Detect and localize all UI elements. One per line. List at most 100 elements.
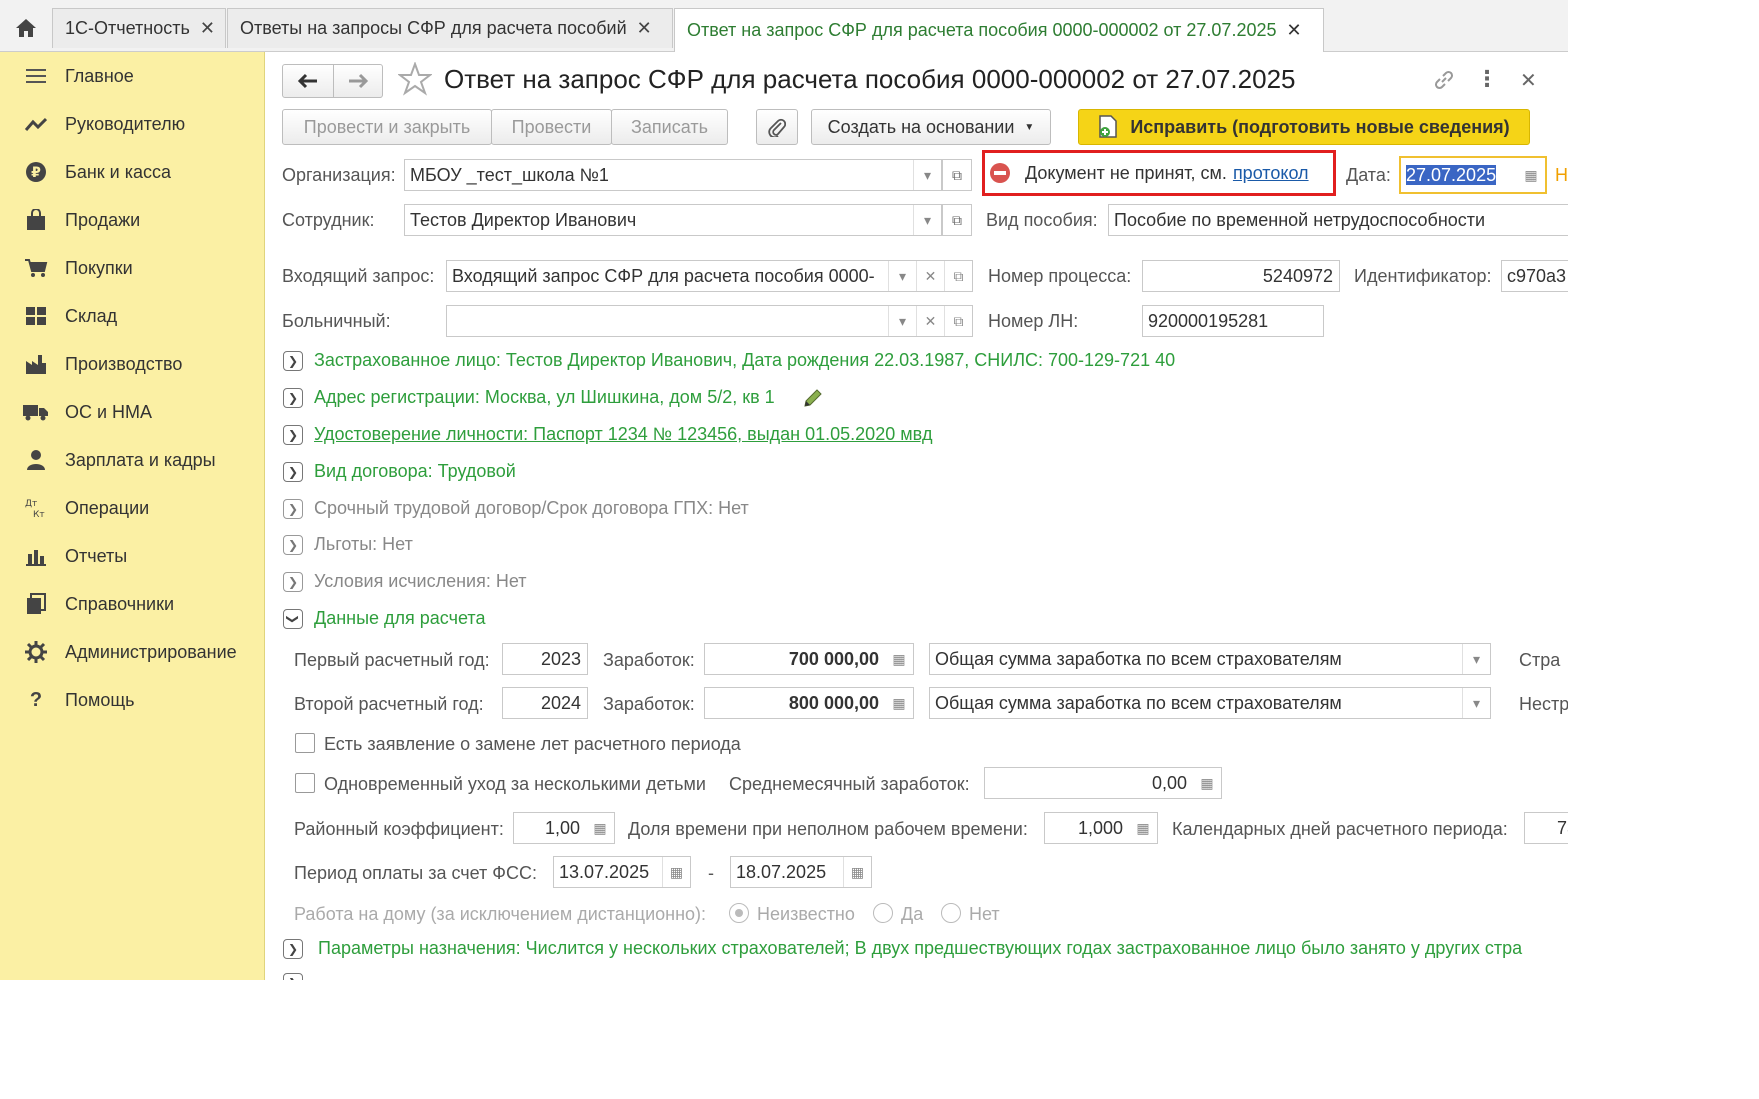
multi-children-checkbox[interactable] xyxy=(295,773,315,793)
group-calc-data[interactable]: Данные для расчета xyxy=(314,608,485,629)
link-icon[interactable] xyxy=(1432,68,1456,97)
year2-field[interactable]: 2024 xyxy=(502,687,588,719)
favorite-star-icon[interactable] xyxy=(397,61,433,101)
collapse-calc-data-button[interactable]: ❯ xyxy=(283,609,303,629)
clear-icon[interactable]: ✕ xyxy=(916,261,944,291)
calculator-icon[interactable]: ▦ xyxy=(1129,813,1157,843)
sidebar-item-operations[interactable]: Дт Кт Операции xyxy=(0,488,265,528)
protocol-link[interactable]: протокол xyxy=(1233,163,1309,184)
create-based-on-button[interactable]: Создать на основании ▼ xyxy=(811,109,1051,145)
replace-years-checkbox[interactable] xyxy=(295,733,315,753)
date-field[interactable]: 27.07.2025 ▦ xyxy=(1399,156,1547,194)
org-field[interactable]: МБОУ _тест_школа №1 ▾ xyxy=(404,159,942,191)
close-icon[interactable]: ✕ xyxy=(1520,68,1537,93)
open-employee-button[interactable]: ⧉ xyxy=(942,204,972,236)
radio-yes[interactable] xyxy=(873,903,893,923)
edit-pencil-icon[interactable] xyxy=(802,387,824,414)
more-menu-icon[interactable]: ⋮ xyxy=(1476,66,1498,92)
chevron-down-icon[interactable]: ▾ xyxy=(913,205,941,235)
earnings1-field[interactable]: 700 000,00 ▦ xyxy=(704,643,914,675)
clear-icon[interactable]: ✕ xyxy=(916,306,944,336)
year1-field[interactable]: 2023 xyxy=(502,643,588,675)
period-from-field[interactable]: 13.07.2025 ▦ xyxy=(553,856,691,888)
earnings2-field[interactable]: 800 000,00 ▦ xyxy=(704,687,914,719)
save-button[interactable]: Записать xyxy=(611,109,728,145)
close-icon[interactable]: ✕ xyxy=(200,18,215,39)
district-coef-field[interactable]: 1,00 ▦ xyxy=(513,812,615,844)
process-field[interactable]: 5240972 xyxy=(1142,260,1340,292)
sidebar-item-admin[interactable]: Администрирование xyxy=(0,632,265,672)
group-fixed-term[interactable]: Срочный трудовой договор/Срок договора Г… xyxy=(314,498,749,519)
post-and-close-button[interactable]: Провести и закрыть xyxy=(282,109,492,145)
group-address[interactable]: Адрес регистрации: Москва, ул Шишкина, д… xyxy=(314,387,775,408)
period-to-field[interactable]: 18.07.2025 ▦ xyxy=(730,856,872,888)
group-benefits[interactable]: Льготы: Нет xyxy=(314,534,413,555)
calendar-icon[interactable]: ▦ xyxy=(1517,160,1545,190)
group-contract[interactable]: Вид договора: Трудовой xyxy=(314,461,516,482)
home-button[interactable] xyxy=(0,8,52,48)
tab-1c-reporting[interactable]: 1С-Отчетность ✕ xyxy=(52,8,226,48)
benefit-field[interactable]: Пособие по временной нетрудоспособности xyxy=(1108,204,1568,236)
calculator-icon[interactable]: ▦ xyxy=(885,688,913,718)
calculator-icon[interactable]: ▦ xyxy=(885,644,913,674)
tab-answer-document[interactable]: Ответ на запрос СФР для расчета пособия … xyxy=(674,8,1324,52)
open-icon[interactable]: ⧉ xyxy=(944,306,972,336)
sidebar-item-bank[interactable]: ₽ Банк и касса xyxy=(0,152,265,192)
expand-params-button[interactable]: ❯ xyxy=(283,939,303,959)
expand-next-button[interactable]: ❯ xyxy=(283,973,303,980)
back-button[interactable] xyxy=(282,64,334,98)
expand-address-button[interactable]: ❯ xyxy=(283,388,303,408)
chevron-down-icon[interactable]: ▾ xyxy=(888,306,916,336)
open-org-button[interactable]: ⧉ xyxy=(942,159,972,191)
sidebar-item-manager[interactable]: Руководителю xyxy=(0,104,265,144)
forward-button[interactable] xyxy=(333,64,383,98)
sidebar-item-assets[interactable]: ОС и НМА xyxy=(0,392,265,432)
post-button[interactable]: Провести xyxy=(491,109,612,145)
expand-fixed-term-button[interactable]: ❯ xyxy=(283,499,303,519)
calendar-icon[interactable]: ▦ xyxy=(662,857,690,887)
sidebar-item-warehouse[interactable]: Склад xyxy=(0,296,265,336)
expand-conditions-button[interactable]: ❯ xyxy=(283,572,303,592)
avg-earnings-field[interactable]: 0,00 ▦ xyxy=(984,767,1222,799)
expand-contract-button[interactable]: ❯ xyxy=(283,462,303,482)
sidebar-item-main[interactable]: Главное xyxy=(0,56,265,96)
chevron-down-icon[interactable]: ▾ xyxy=(888,261,916,291)
group-passport[interactable]: Удостоверение личности: Паспорт 1234 № 1… xyxy=(314,424,932,445)
group-params[interactable]: Параметры назначения: Числится у несколь… xyxy=(318,938,1522,959)
identifier-field[interactable]: c970a3 xyxy=(1501,260,1568,292)
sidebar-item-references[interactable]: Справочники xyxy=(0,584,265,624)
open-icon[interactable]: ⧉ xyxy=(944,261,972,291)
tab-answers-list[interactable]: Ответы на запросы СФР для расчета пособи… xyxy=(227,8,673,48)
expand-benefits-button[interactable]: ❯ xyxy=(283,535,303,555)
earnings-type2-select[interactable]: Общая сумма заработка по всем страховате… xyxy=(929,687,1491,719)
fix-button[interactable]: Исправить (подготовить новые сведения) xyxy=(1078,109,1530,145)
chevron-down-icon[interactable]: ▾ xyxy=(913,160,941,190)
attach-button[interactable] xyxy=(756,109,798,145)
calculator-icon[interactable]: ▦ xyxy=(586,813,614,843)
expand-insured-button[interactable]: ❯ xyxy=(283,351,303,371)
earnings-type1-select[interactable]: Общая сумма заработка по всем страховате… xyxy=(929,643,1491,675)
sidebar-item-sales[interactable]: Продажи xyxy=(0,200,265,240)
sidebar-item-purchases[interactable]: Покупки xyxy=(0,248,265,288)
sidebar-item-production[interactable]: Производство xyxy=(0,344,265,384)
request-field[interactable]: Входящий запрос СФР для расчета пособия … xyxy=(446,260,973,292)
sidebar-item-salary[interactable]: Зарплата и кадры xyxy=(0,440,265,480)
chevron-down-icon[interactable]: ▾ xyxy=(1462,688,1490,718)
calendar-icon[interactable]: ▦ xyxy=(843,857,871,887)
sidebar-item-reports[interactable]: Отчеты xyxy=(0,536,265,576)
calendar-days-field[interactable]: 73 xyxy=(1524,812,1568,844)
employee-field[interactable]: Тестов Директор Иванович ▾ xyxy=(404,204,942,236)
expand-passport-button[interactable]: ❯ xyxy=(283,425,303,445)
sick-leave-field[interactable]: ▾ ✕ ⧉ xyxy=(446,305,973,337)
group-insured[interactable]: Застрахованное лицо: Тестов Директор Ива… xyxy=(314,350,1175,371)
calculator-icon[interactable]: ▦ xyxy=(1193,768,1221,798)
radio-unknown[interactable] xyxy=(729,903,749,923)
chevron-down-icon[interactable]: ▾ xyxy=(1462,644,1490,674)
sidebar-item-help[interactable]: ? Помощь xyxy=(0,680,265,720)
parttime-field[interactable]: 1,000 ▦ xyxy=(1044,812,1158,844)
group-conditions[interactable]: Условия исчисления: Нет xyxy=(314,571,527,592)
radio-no[interactable] xyxy=(941,903,961,923)
ln-field[interactable]: 920000195281 xyxy=(1142,305,1324,337)
close-icon[interactable]: ✕ xyxy=(1287,20,1302,41)
close-icon[interactable]: ✕ xyxy=(637,18,652,39)
